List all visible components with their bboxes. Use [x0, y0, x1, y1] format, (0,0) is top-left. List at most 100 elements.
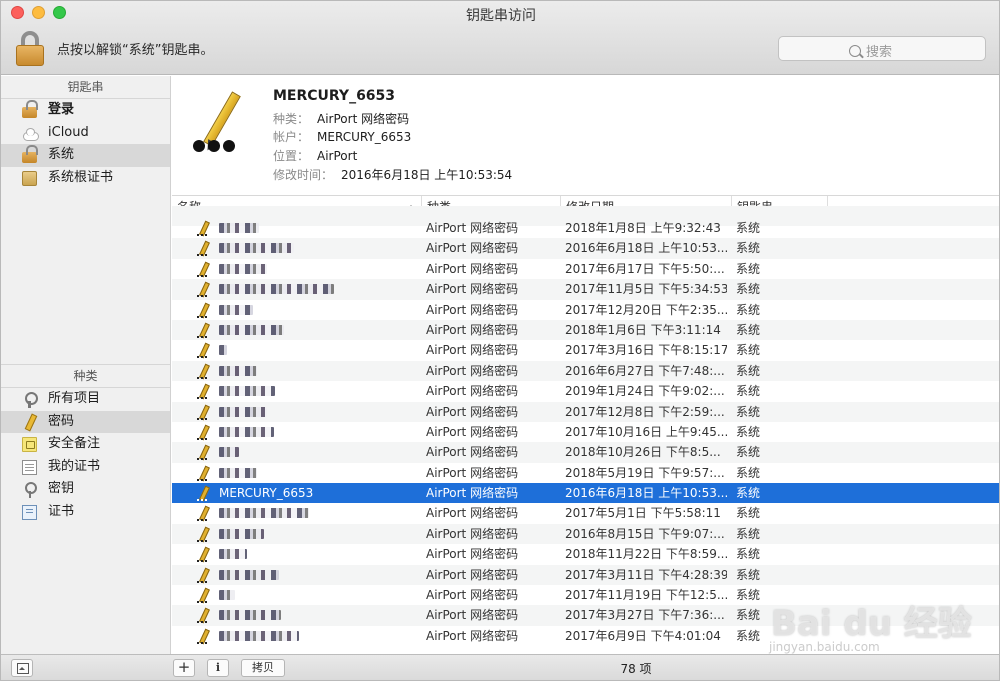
table-row[interactable]: AirPort 网络密码 2017年5月1日 下午5:58:11 系统	[172, 503, 999, 523]
redacted-name	[219, 324, 284, 335]
cell-keychain: 系统	[736, 526, 761, 541]
cell-keychain: 系统	[736, 445, 761, 460]
cell-date: 2017年10月16日 上午9:45...	[565, 424, 727, 439]
table-row[interactable]: AirPort 网络密码 2016年8月15日 下午9:07:... 系统	[172, 523, 999, 545]
info-button[interactable]: i	[207, 659, 229, 677]
sidebar-item-login[interactable]: 登录	[1, 99, 170, 122]
table-row[interactable]: AirPort 网络密码 2017年10月16日 上午9:45... 系统	[172, 422, 999, 442]
table-row[interactable]: AirPort 网络密码 2018年10月26日 下午8:5... 系统	[172, 442, 999, 463]
cell-date: 2017年11月5日 下午5:34:53	[565, 282, 727, 297]
cell-keychain: 系统	[736, 384, 761, 399]
table-row[interactable]: AirPort 网络密码 2017年12月20日 下午2:35... 系统	[172, 300, 999, 320]
unlock-hint: 点按以解锁“系统”钥匙串。	[57, 43, 214, 58]
cell-date: 2017年6月17日 下午5:50:...	[565, 261, 725, 276]
cell-keychain: 系统	[736, 506, 761, 521]
items-table[interactable]: 名称 种类 修改日期 钥匙串 AirPort 网络密码2018年1月8日 上午9…	[172, 196, 999, 654]
pencil-icon	[197, 588, 209, 604]
bottom-bar: + i 拷贝 78 项	[1, 654, 999, 680]
lock-icon[interactable]	[16, 31, 44, 67]
cell-date: 2016年8月15日 下午9:07:...	[565, 526, 725, 541]
sidebar-item-label: 系统根证书	[48, 169, 114, 185]
table-row[interactable]: AirPort 网络密码 2017年6月17日 下午5:50:... 系统	[172, 259, 999, 279]
sidebar-item-keys[interactable]: 密钥	[1, 478, 170, 501]
table-row[interactable]: AirPort 网络密码 2017年11月19日 下午12:5... 系统	[172, 585, 999, 605]
window-title: 钥匙串访问	[466, 8, 536, 24]
cell-kind: AirPort 网络密码	[426, 261, 519, 276]
cell-date: 2017年11月19日 下午12:5...	[565, 588, 727, 603]
cell-keychain: 系统	[736, 628, 761, 643]
pencil-icon	[197, 486, 209, 502]
sidebar-item-label: 登录	[48, 102, 75, 117]
sidebar-item-label: iCloud	[48, 124, 89, 140]
cell-date: 2018年1月8日 上午9:32:43	[565, 221, 721, 235]
search-input[interactable]: 搜索	[778, 36, 986, 61]
redacted-name	[219, 447, 239, 458]
table-row[interactable]: AirPort 网络密码 2017年3月11日 下午4:28:39 系统	[172, 564, 999, 586]
table-row[interactable]: AirPort 网络密码 2016年6月18日 上午10:53... 系统	[172, 238, 999, 259]
cell-keychain: 系统	[736, 302, 761, 317]
certificate-folder-icon	[22, 170, 37, 186]
table-row[interactable]: AirPort 网络密码 2018年1月8日 上午9:32:43 系统	[172, 218, 999, 238]
pencil-icon	[197, 405, 209, 420]
detail-where-value: AirPort	[317, 149, 358, 163]
table-row[interactable]: AirPort 网络密码 2017年11月5日 下午5:34:53 系统	[172, 279, 999, 300]
sidebar-item-passwords[interactable]: 密码	[1, 410, 170, 433]
cell-keychain: 系统	[736, 588, 761, 603]
keychain-access-window: 钥匙串访问 点按以解锁“系统”钥匙串。 搜索 钥匙串 登录 iCloud 系统	[0, 0, 1000, 681]
table-row[interactable]: AirPort 网络密码 2017年6月9日 下午4:01:04 系统	[172, 626, 999, 646]
sidebar-item-system[interactable]: 系统	[1, 144, 170, 167]
table-row[interactable]: AirPort 网络密码 2017年3月16日 下午8:15:17 系统	[172, 340, 999, 360]
sidebar-item-secure-notes[interactable]: 安全备注	[1, 433, 170, 456]
cell-date: 2017年12月20日 下午2:35...	[565, 302, 727, 317]
cell-kind: AirPort 网络密码	[426, 445, 519, 460]
table-row[interactable]: AirPort 网络密码 2019年1月24日 下午9:02:... 系统	[172, 381, 999, 401]
cell-date: 2019年1月24日 下午9:02:...	[565, 384, 725, 399]
cell-kind: AirPort 网络密码	[426, 608, 519, 623]
sidebar-item-icloud[interactable]: iCloud	[1, 122, 170, 145]
cell-kind: AirPort 网络密码	[426, 302, 519, 317]
detail-kind-value: AirPort 网络密码	[317, 112, 410, 126]
pencil-icon	[197, 445, 209, 461]
table-row[interactable]: AirPort 网络密码 2017年3月27日 下午7:36:... 系统	[172, 605, 999, 626]
cell-date: 2017年5月1日 下午5:58:11	[565, 506, 721, 521]
titlebar: 钥匙串访问 点按以解锁“系统”钥匙串。 搜索	[1, 1, 999, 75]
table-row[interactable]: AirPort 网络密码 2018年11月22日 下午8:59... 系统	[172, 544, 999, 564]
table-row[interactable]: AirPort 网络密码 2018年5月19日 下午9:57:... 系统	[172, 463, 999, 483]
redacted-name	[219, 365, 257, 376]
pencil-icon	[197, 527, 209, 542]
pencil-icon	[197, 343, 209, 359]
table-row[interactable]: AirPort 网络密码 2017年12月8日 下午2:59:... 系统	[172, 401, 999, 422]
add-item-button[interactable]: +	[173, 659, 195, 677]
cell-date: 2018年1月6日 下午3:11:14	[565, 322, 721, 337]
cell-date: 2016年6月27日 下午7:48:...	[565, 363, 725, 378]
detail-where-row: 位置： AirPort	[273, 147, 357, 164]
cell-kind: AirPort 网络密码	[426, 465, 519, 480]
sidebar-item-system-roots[interactable]: 系统根证书	[1, 167, 170, 190]
detail-kind-label: 种类：	[273, 112, 310, 126]
toggle-sidebar-button[interactable]	[11, 659, 33, 677]
cell-keychain: 系统	[736, 241, 761, 256]
cell-date: 2017年3月11日 下午4:28:39	[565, 567, 727, 582]
table-row[interactable]: AirPort 网络密码 2016年6月27日 下午7:48:... 系统	[172, 360, 999, 382]
table-row[interactable]: MERCURY_6653 AirPort 网络密码 2016年6月18日 上午10:…	[172, 483, 999, 504]
cell-date: 2017年6月9日 下午4:01:04	[565, 628, 721, 643]
copy-button[interactable]: 拷贝	[241, 659, 285, 677]
sidebar-item-label: 证书	[48, 503, 75, 519]
redacted-name	[219, 610, 281, 621]
cell-kind: AirPort 网络密码	[426, 221, 519, 235]
detail-kind-row: 种类： AirPort 网络密码	[273, 110, 409, 127]
cell-keychain: 系统	[736, 404, 761, 419]
cell-keychain: 系统	[736, 282, 761, 297]
sidebar-item-label: 安全备注	[48, 436, 101, 451]
cell-kind: AirPort 网络密码	[426, 241, 519, 256]
pencil-icon	[197, 629, 209, 644]
secure-note-icon	[22, 437, 37, 452]
sidebar-item-my-certificates[interactable]: 我的证书	[1, 456, 170, 479]
sidebar-item-all-items[interactable]: 所有项目	[1, 388, 170, 411]
table-row[interactable]: AirPort 网络密码 2018年1月6日 下午3:11:14 系统	[172, 319, 999, 341]
detail-where-label: 位置：	[273, 149, 310, 163]
redacted-name	[219, 263, 267, 274]
cell-keychain: 系统	[736, 486, 761, 501]
password-dots-icon	[193, 140, 238, 156]
sidebar-item-certificates[interactable]: 证书	[1, 501, 170, 524]
